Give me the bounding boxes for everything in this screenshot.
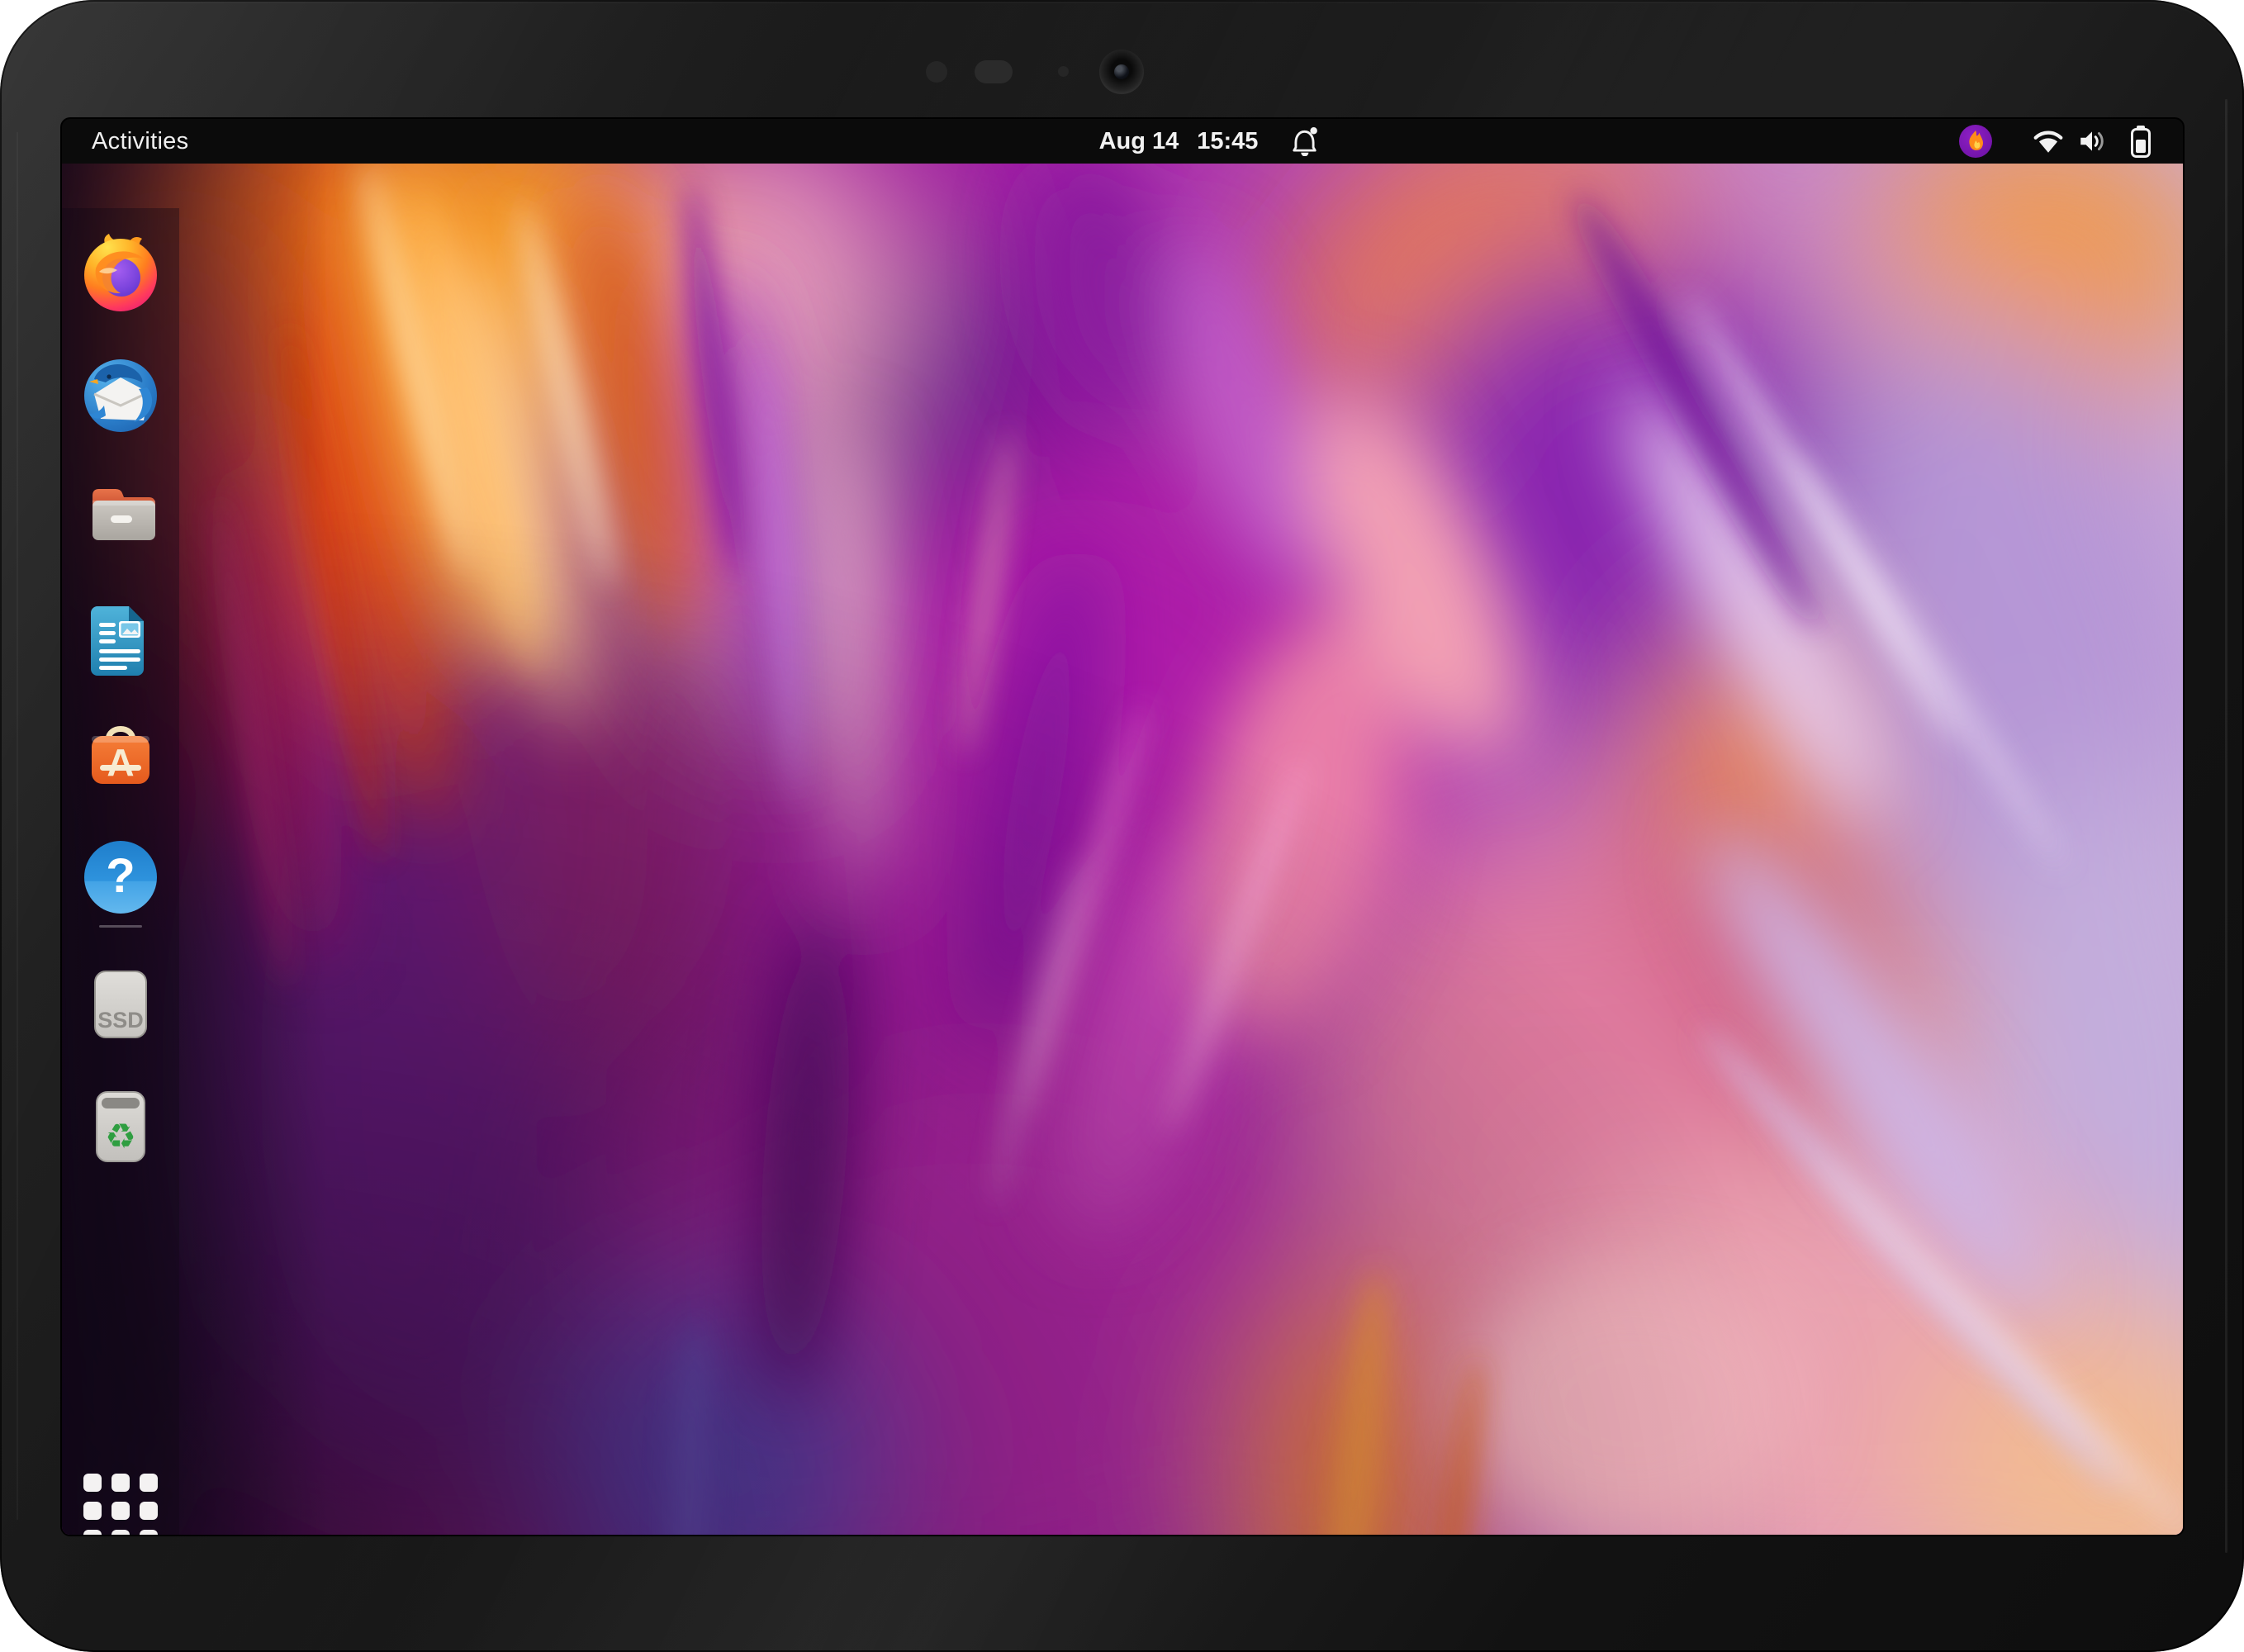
volume-icon [2077,126,2107,156]
help-icon: ? [81,838,160,917]
dock-separator [99,925,142,928]
activities-button[interactable]: Activities [62,119,206,164]
quick-settings-button[interactable] [2033,119,2064,164]
ambient-sensor-icon [926,61,947,83]
dock-item-thunderbird[interactable] [81,354,160,434]
wallpaper-art [62,164,2183,1535]
mic-dot-icon [1058,66,1069,77]
clock-button[interactable]: Aug 14 15:45 [1099,119,1320,164]
trash-icon: ♻ [81,1087,160,1166]
app-grid-button[interactable] [83,1474,158,1535]
bezel-seam-left [17,132,18,1520]
bezel-seam-right [2225,99,2227,1553]
clock-date: Aug 14 [1099,128,1179,155]
firefox-icon [81,234,160,313]
files-icon [81,474,160,553]
wifi-icon [2033,128,2064,154]
thunderbird-icon [81,354,160,434]
app-grid-icon [83,1474,102,1492]
ssd-label: SSD [97,1008,144,1032]
clock-time: 15:45 [1197,128,1258,155]
volume-button[interactable] [2077,119,2107,164]
flame-app-indicator-icon [1958,124,1993,159]
battery-icon [2130,124,2151,159]
software-letter: A [107,741,134,784]
front-camera-lens [1114,64,1129,79]
recycle-glyph: ♻ [105,1116,136,1156]
dock-item-libreoffice-writer[interactable] [81,598,160,677]
dock-item-firefox[interactable] [81,234,160,313]
app-indicator-button[interactable] [1958,119,1993,164]
dock-item-help[interactable]: ? [81,838,160,917]
help-question-glyph: ? [106,849,135,903]
ir-sensor-icon [975,60,1013,83]
device-frame: A ? [0,0,2244,1652]
ubuntu-software-icon: A [81,714,160,793]
dock-item-ubuntu-software[interactable]: A [81,714,160,793]
activities-label: Activities [92,128,188,155]
screen: A ? [62,119,2183,1535]
dock-item-ssd-drive[interactable]: SSD [81,965,160,1044]
dock-item-trash[interactable]: ♻ [81,1087,160,1166]
ssd-drive-icon: SSD [81,965,160,1044]
notification-bell-icon [1291,126,1319,156]
battery-button[interactable] [2130,119,2151,164]
dock-item-files[interactable] [81,474,160,553]
libreoffice-writer-icon [81,598,160,677]
dock: A ? [62,208,179,1535]
top-bar: Activities Aug 14 15:45 [62,119,2183,164]
desktop-wallpaper: A ? [62,164,2183,1535]
